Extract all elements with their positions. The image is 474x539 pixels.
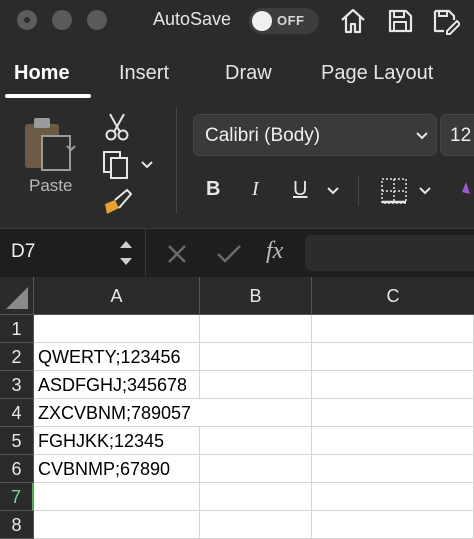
title-bar: AutoSave OFF	[0, 0, 474, 42]
formula-bar: D7 fx	[0, 228, 474, 276]
paste-label: Paste	[29, 176, 73, 195]
row-header-4[interactable]: 4	[0, 399, 34, 427]
chevron-down-icon	[416, 132, 428, 140]
maximize-window-button[interactable]	[87, 10, 107, 30]
close-window-button[interactable]	[17, 10, 37, 30]
cell-a7[interactable]	[34, 483, 200, 511]
cell-b2[interactable]	[200, 343, 312, 371]
font-name-value: Calibri (Body)	[205, 125, 321, 146]
ribbon-separator	[358, 176, 359, 206]
cell-c2[interactable]	[312, 343, 474, 371]
scissors-icon[interactable]	[104, 112, 130, 142]
row-header-5[interactable]: 5	[0, 427, 34, 455]
cell-c7[interactable]	[312, 483, 474, 511]
formula-input[interactable]	[305, 235, 474, 271]
name-box-stepper-icon[interactable]	[117, 237, 135, 269]
row-header-2[interactable]: 2	[0, 343, 34, 371]
cell-a8[interactable]	[34, 511, 200, 539]
row-header-1[interactable]: 1	[0, 315, 34, 343]
font-size-value: 12	[450, 125, 472, 146]
font-name-select[interactable]: Calibri (Body)	[193, 114, 437, 156]
cell-b5[interactable]	[200, 427, 312, 455]
cell-a4[interactable]: ZXCVBNM;789057	[34, 399, 200, 427]
cell-b8[interactable]	[200, 511, 312, 539]
cell-c8[interactable]	[312, 511, 474, 539]
select-all-corner[interactable]	[0, 277, 34, 315]
ribbon-tabs: Home Insert Draw Page Layout	[0, 42, 474, 100]
underline-button[interactable]: U	[293, 178, 307, 201]
paste-icon[interactable]	[22, 114, 78, 172]
save-icon[interactable]	[385, 6, 415, 36]
ribbon-separator	[176, 108, 177, 214]
cell-a2[interactable]: QWERTY;123456	[34, 343, 200, 371]
insert-function-button[interactable]: fx	[266, 238, 283, 265]
row-header-7[interactable]: 7	[0, 483, 34, 511]
minimize-window-button[interactable]	[52, 10, 72, 30]
underline-dropdown-icon[interactable]	[326, 186, 340, 196]
cell-c1[interactable]	[312, 315, 474, 343]
save-as-icon[interactable]	[430, 6, 460, 36]
cell-b7[interactable]	[200, 483, 312, 511]
fill-color-icon[interactable]	[460, 180, 474, 206]
cell-b4[interactable]	[200, 399, 312, 427]
cell-b1[interactable]	[200, 315, 312, 343]
column-header-c[interactable]: C	[312, 277, 474, 315]
formula-bar-divider	[145, 229, 146, 276]
cancel-icon[interactable]	[166, 243, 188, 265]
cell-a5[interactable]: FGHJKK;12345	[34, 427, 200, 455]
row-header-8[interactable]: 8	[0, 511, 34, 539]
spreadsheet-grid[interactable]: A B C 1 2 QWERTY;123456 3 ASDFGHJ;345678…	[0, 277, 474, 539]
cell-a3[interactable]: ASDFGHJ;345678	[34, 371, 200, 399]
toggle-knob	[252, 11, 272, 31]
tab-insert[interactable]: Insert	[119, 62, 169, 85]
tab-home[interactable]: Home	[14, 62, 70, 85]
bold-button[interactable]: B	[206, 178, 220, 201]
column-header-a[interactable]: A	[34, 277, 200, 315]
cell-b3[interactable]	[200, 371, 312, 399]
cell-b6[interactable]	[200, 455, 312, 483]
autosave-state: OFF	[277, 13, 305, 28]
ribbon-home: Paste Calibri (Body) 12 B I U	[0, 100, 474, 228]
format-painter-icon[interactable]	[103, 188, 133, 216]
column-header-b[interactable]: B	[200, 277, 312, 315]
borders-icon[interactable]	[379, 177, 409, 205]
font-size-select[interactable]: 12	[440, 114, 474, 156]
autosave-label: AutoSave	[153, 9, 232, 29]
row-header-6[interactable]: 6	[0, 455, 34, 483]
cell-c6[interactable]	[312, 455, 474, 483]
cell-c5[interactable]	[312, 427, 474, 455]
row-header-3[interactable]: 3	[0, 371, 34, 399]
enter-check-icon[interactable]	[216, 243, 242, 265]
italic-button[interactable]: I	[252, 178, 259, 201]
cell-reference: D7	[11, 241, 36, 262]
select-all-triangle-icon	[6, 287, 28, 309]
tab-draw[interactable]: Draw	[225, 62, 272, 85]
cell-c4[interactable]	[312, 399, 474, 427]
tab-page-layout[interactable]: Page Layout	[321, 62, 433, 85]
cell-a1[interactable]	[34, 315, 200, 343]
cell-c3[interactable]	[312, 371, 474, 399]
active-tab-indicator	[5, 94, 91, 98]
borders-dropdown-icon[interactable]	[418, 186, 432, 196]
autosave-toggle[interactable]: OFF	[249, 8, 319, 34]
copy-icon[interactable]	[102, 150, 154, 180]
cell-a6[interactable]: CVBNMP;67890	[34, 455, 200, 483]
home-icon[interactable]	[338, 6, 368, 36]
